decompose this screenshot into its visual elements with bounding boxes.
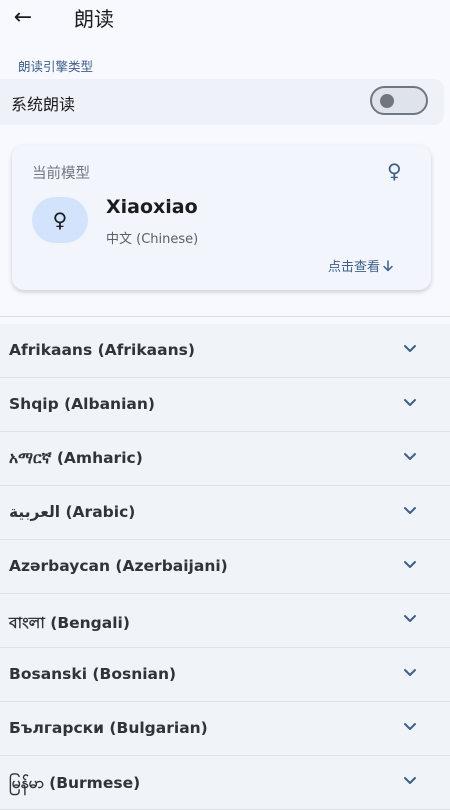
language-name: Shqip (Albanian)	[9, 395, 155, 413]
model-name: Xiaoxiao	[106, 196, 198, 218]
language-item[interactable]: አማርኛ (Amharic)	[0, 432, 450, 486]
current-model-label: 当前模型	[32, 166, 90, 182]
toggle-knob	[380, 94, 394, 108]
chevron-down-icon	[404, 615, 416, 622]
top-app-bar: ← 朗读	[0, 0, 450, 40]
section-label-engine-type: 朗读引擎类型	[18, 59, 94, 74]
system-reading-label: 系统朗读	[11, 95, 76, 114]
language-name: አማርኛ (Amharic)	[9, 449, 143, 467]
chevron-down-icon	[404, 453, 416, 460]
arrow-down-icon	[383, 259, 393, 271]
female-icon: ♀	[387, 159, 402, 183]
language-item[interactable]: Azərbaycan (Azerbaijani)	[0, 540, 450, 594]
female-icon: ♀	[52, 208, 68, 232]
chevron-down-icon	[404, 561, 416, 568]
system-reading-row[interactable]: 系统朗读	[0, 79, 444, 125]
language-name: Bosanski (Bosnian)	[9, 665, 177, 683]
current-model-card[interactable]: 当前模型 ♀ ♀ Xiaoxiao 中文 (Chinese) 点击查看	[12, 145, 431, 290]
language-name: မြန်မာ (Burmese)	[9, 774, 141, 792]
view-details-label: 点击查看	[328, 260, 381, 275]
divider	[0, 316, 450, 317]
language-item[interactable]: Shqip (Albanian)	[0, 378, 450, 432]
arrow-left-icon: ←	[13, 4, 33, 30]
language-list: Afrikaans (Afrikaans) Shqip (Albanian) አ…	[0, 324, 450, 810]
language-item[interactable]: မြန်မာ (Burmese)	[0, 756, 450, 810]
language-name: Azərbaycan (Azerbaijani)	[9, 557, 228, 575]
language-item[interactable]: বাংলা (Bengali)	[0, 594, 450, 648]
chevron-down-icon	[404, 345, 416, 352]
language-name: Afrikaans (Afrikaans)	[9, 341, 195, 359]
language-item[interactable]: العربية (Arabic)	[0, 486, 450, 540]
chevron-down-icon	[404, 507, 416, 514]
language-name: Български (Bulgarian)	[9, 719, 208, 737]
back-button[interactable]: ←	[8, 2, 38, 32]
chevron-down-icon	[404, 669, 416, 676]
language-item[interactable]: Afrikaans (Afrikaans)	[0, 324, 450, 378]
system-reading-toggle[interactable]	[370, 86, 428, 115]
model-language: 中文 (Chinese)	[106, 232, 199, 247]
chevron-down-icon	[404, 723, 416, 730]
language-name: বাংলা (Bengali)	[9, 614, 130, 632]
view-details-link[interactable]: 点击查看	[328, 256, 394, 275]
model-avatar: ♀	[32, 197, 88, 243]
language-item[interactable]: Български (Bulgarian)	[0, 702, 450, 756]
chevron-down-icon	[404, 777, 416, 784]
page-title: 朗读	[74, 7, 114, 31]
chevron-down-icon	[404, 399, 416, 406]
language-item[interactable]: Bosanski (Bosnian)	[0, 648, 450, 702]
language-name: العربية (Arabic)	[9, 503, 136, 521]
